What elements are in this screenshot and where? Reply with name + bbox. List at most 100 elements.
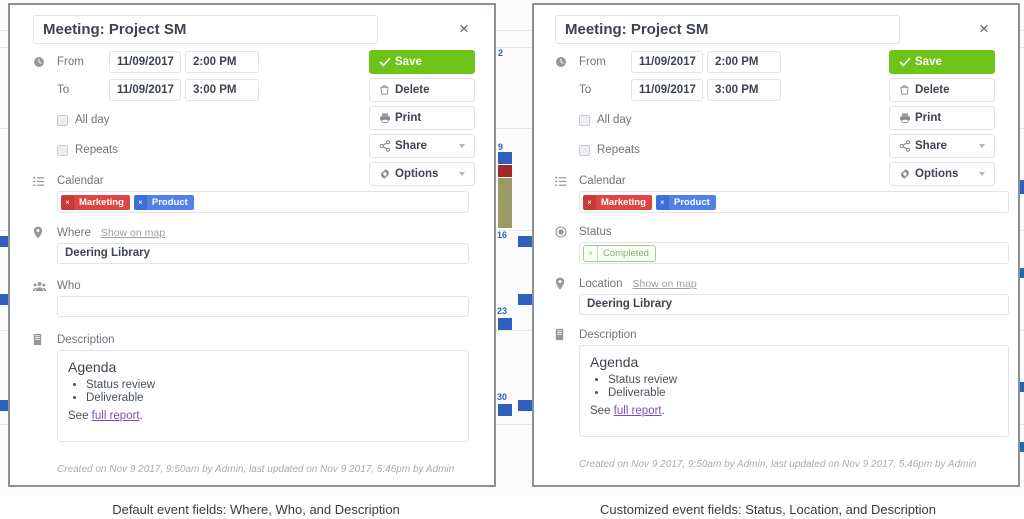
where-input[interactable]: Deering Library (57, 243, 469, 264)
repeats-row[interactable]: Repeats (555, 138, 997, 162)
description-label: Description (57, 333, 115, 346)
description-suffix: . (139, 410, 143, 422)
from-date-input[interactable]: 11/09/2017 (631, 51, 703, 73)
audit-meta: Created on Nov 9 2017, 9:50am by Admin, … (57, 464, 455, 475)
who-label: Who (57, 280, 81, 292)
location-label: Location (579, 277, 623, 290)
screenshot-root: 2 9 16 23 30 Meeting: Project SM × Save … (0, 0, 1024, 519)
options-button-label: Options (395, 168, 439, 180)
where-section: Where Show on map Deering Library (33, 226, 475, 264)
calendar-chip-marketing[interactable]: × Marketing (583, 194, 652, 210)
allday-checkbox[interactable] (579, 114, 590, 126)
caption-customized: Customized event fields: Status, Locatio… (599, 502, 936, 517)
document-icon (33, 333, 57, 346)
chip-label: Product (146, 194, 194, 210)
allday-row[interactable]: All day (555, 108, 997, 132)
allday-label: All day (597, 114, 632, 126)
panel-default-fields: Meeting: Project SM × Save Delete Print … (8, 3, 496, 487)
event-title-input[interactable]: Meeting: Project SM (555, 15, 900, 44)
location-input[interactable]: Deering Library (579, 294, 1009, 315)
chip-remove-icon[interactable]: × (61, 194, 74, 210)
location-section: Location Show on map Deering Library (555, 277, 1009, 315)
repeats-checkbox[interactable] (57, 144, 68, 156)
from-time-input[interactable]: 2:00 PM (185, 51, 259, 73)
description-header: Description (555, 328, 997, 341)
description-section: Description Agenda Status review Deliver… (33, 333, 475, 442)
from-row: From 11/09/2017 2:00 PM (555, 50, 997, 74)
dialog-body: Save Delete Print Share Options From 11/… (545, 50, 1009, 470)
event-dialog-default: Meeting: Project SM × Save Delete Print … (23, 8, 485, 483)
people-icon (33, 281, 57, 292)
document-icon (555, 328, 579, 341)
show-on-map-link[interactable]: Show on map (101, 227, 165, 239)
description-prefix: See (590, 405, 614, 417)
chip-remove-icon[interactable]: × (655, 194, 669, 210)
from-time-input[interactable]: 2:00 PM (707, 51, 781, 73)
description-paragraph: See full report. (68, 410, 458, 422)
gear-icon (379, 168, 395, 180)
chip-remove-icon[interactable]: × (133, 194, 147, 210)
description-editor[interactable]: Agenda Status review Deliverable See ful… (579, 345, 1009, 437)
description-bullet-list: Status review Deliverable (590, 374, 998, 399)
who-header: Who (33, 280, 475, 292)
show-on-map-link[interactable]: Show on map (632, 278, 696, 290)
list-icon (555, 176, 579, 187)
location-value: Deering Library (587, 298, 672, 310)
status-header: Status (555, 226, 997, 238)
clock-icon (555, 56, 579, 68)
to-date-input[interactable]: 11/09/2017 (631, 79, 703, 101)
description-prefix: See (68, 410, 92, 422)
chip-remove-icon[interactable]: × (583, 194, 596, 210)
to-date-input[interactable]: 11/09/2017 (109, 79, 181, 101)
list-item: Status review (608, 374, 998, 386)
chip-label: Marketing (596, 194, 652, 210)
calendar-chip-marketing[interactable]: × Marketing (61, 194, 130, 210)
description-bullet-list: Status review Deliverable (68, 379, 458, 404)
status-chip-completed[interactable]: × Completed (583, 244, 656, 262)
to-time-input[interactable]: 3:00 PM (185, 79, 259, 101)
event-title-input[interactable]: Meeting: Project SM (33, 15, 378, 44)
event-dialog-customized: Meeting: Project SM × Save Delete Print … (545, 8, 1009, 483)
who-input[interactable] (57, 296, 469, 317)
options-button[interactable]: Options (889, 162, 995, 186)
location-header: Location Show on map (555, 277, 997, 290)
from-label: From (579, 56, 606, 68)
where-value: Deering Library (65, 247, 150, 259)
status-label: Status (579, 226, 612, 238)
map-pin-icon (555, 277, 579, 290)
calendar-chip-field[interactable]: × Marketing × Product (579, 191, 1009, 213)
from-label: From (57, 56, 84, 68)
description-heading: Agenda (590, 354, 639, 370)
description-label: Description (579, 328, 637, 341)
caption-default: Default event fields: Where, Who, and De… (112, 502, 400, 517)
dialog-header: Meeting: Project SM × (23, 8, 485, 50)
panel-customized-fields: Meeting: Project SM × Save Delete Print … (532, 3, 1020, 487)
status-section: Status × Completed (555, 226, 1009, 264)
allday-row[interactable]: All day (33, 108, 475, 132)
status-chip-field[interactable]: × Completed (579, 242, 1009, 264)
repeats-checkbox[interactable] (579, 144, 590, 156)
dialog-body: Save Delete Print Share Options From 11/… (23, 50, 485, 475)
chip-remove-icon[interactable]: × (584, 245, 598, 261)
repeats-row[interactable]: Repeats (33, 138, 475, 162)
repeats-label: Repeats (597, 144, 640, 156)
allday-checkbox[interactable] (57, 114, 68, 126)
clock-icon (33, 56, 57, 68)
close-icon[interactable]: × (975, 20, 993, 38)
calendar-chip-field[interactable]: × Marketing × Product (57, 191, 469, 213)
allday-label: All day (75, 114, 110, 126)
list-item: Deliverable (86, 392, 458, 404)
from-date-input[interactable]: 11/09/2017 (109, 51, 181, 73)
close-icon[interactable]: × (455, 20, 473, 38)
full-report-link[interactable]: full report (614, 405, 662, 417)
radio-button-icon (555, 226, 579, 238)
to-time-input[interactable]: 3:00 PM (707, 79, 781, 101)
options-button[interactable]: Options (369, 162, 475, 186)
chip-label: Product (668, 194, 716, 210)
full-report-link[interactable]: full report (92, 410, 140, 422)
description-editor[interactable]: Agenda Status review Deliverable See ful… (57, 350, 469, 442)
calendar-chip-product[interactable]: × Product (133, 194, 194, 210)
from-row: From 11/09/2017 2:00 PM (33, 50, 475, 74)
calendar-chip-product[interactable]: × Product (655, 194, 716, 210)
calendar-label: Calendar (579, 175, 626, 187)
